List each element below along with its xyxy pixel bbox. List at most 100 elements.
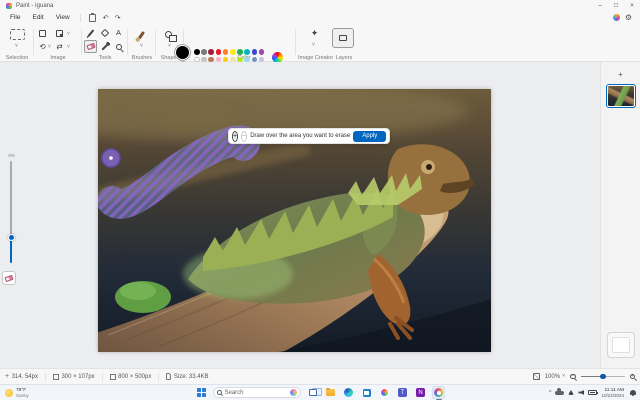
palette-color-dot[interactable] <box>201 49 207 55</box>
copilot-icon[interactable] <box>612 14 620 21</box>
battery-icon[interactable] <box>588 390 599 395</box>
add-mask-brush-button[interactable]: + <box>232 130 239 142</box>
shapes-caret[interactable]: ˅ <box>168 44 171 49</box>
image-creator-icon[interactable]: ✦ <box>308 27 321 40</box>
foreground-color-swatch[interactable] <box>176 46 189 59</box>
settings-gear-icon[interactable]: ⚙ <box>625 13 632 22</box>
paint-icon <box>434 388 443 397</box>
image-creator-caret[interactable]: ˅ <box>312 43 315 48</box>
flip-icon[interactable]: ⇄ <box>53 40 66 53</box>
maximize-button[interactable]: □ <box>608 0 624 11</box>
task-view-icon <box>308 387 322 396</box>
zoom-slider-thumb[interactable] <box>600 373 606 379</box>
teams-button[interactable]: T <box>396 386 409 399</box>
text-tool-icon[interactable]: A <box>112 26 125 39</box>
task-view-button[interactable] <box>306 386 322 399</box>
teams-icon: T <box>398 388 407 397</box>
menu-bar: File Edit View ↶ ↷ ⚙ <box>0 11 640 24</box>
resize-caret[interactable]: ˅ <box>67 32 70 37</box>
menu-edit[interactable]: Edit <box>26 12 49 23</box>
search-highlights-icon <box>290 389 297 396</box>
selection-group: ˅ Selection <box>2 24 32 62</box>
layer-thumbnail-selected[interactable] <box>605 84 636 108</box>
taskbar-search-box[interactable]: Search <box>213 387 301 398</box>
paint-window: Paint - Iguana – □ × File Edit View ↶ ↷ ⚙ … <box>0 0 640 400</box>
wifi-icon[interactable] <box>568 390 575 395</box>
edge-icon <box>344 388 353 397</box>
erase-instruction-text: Draw over the area you want to erase <box>250 133 351 139</box>
color-picker-tool-icon[interactable] <box>98 40 111 53</box>
selection-dropdown-caret[interactable]: ˅ <box>15 44 18 49</box>
search-label: Search <box>224 389 244 396</box>
brushes-caret[interactable]: ˅ <box>140 44 143 49</box>
tray-chevron-icon[interactable]: ^ <box>549 390 552 396</box>
palette-color-dot[interactable] <box>229 49 236 55</box>
file-explorer-button[interactable] <box>324 386 337 399</box>
zoom-level-caret: ˅ <box>562 373 565 379</box>
photos-button[interactable] <box>378 386 391 399</box>
menu-view[interactable]: View <box>50 12 76 23</box>
taskbar-clock[interactable]: 11:11 AM 10/22/2024 <box>601 388 624 398</box>
zoom-out-icon[interactable]: − <box>570 374 576 380</box>
magnifier-tool-icon[interactable] <box>112 40 125 53</box>
rotate-caret[interactable]: ˅ <box>48 45 51 50</box>
zoom-level-dropdown[interactable]: 100% ˅ <box>545 374 565 380</box>
fit-to-window-icon[interactable] <box>532 373 540 380</box>
selection-size-value: 300 × 107px <box>61 373 95 380</box>
file-size-icon <box>166 373 172 380</box>
store-icon <box>362 388 371 397</box>
zoom-in-icon[interactable]: + <box>629 374 635 380</box>
background-layer-thumbnail[interactable] <box>607 332 635 358</box>
fill-tool-icon[interactable] <box>98 26 111 39</box>
palette-color-dot[interactable] <box>194 49 200 55</box>
palette-color-dot[interactable] <box>244 49 250 55</box>
clipboard-icon[interactable] <box>88 13 96 22</box>
brush-size-slider-thumb[interactable] <box>7 234 15 241</box>
edge-button[interactable] <box>342 386 355 399</box>
eraser-tool-selected[interactable] <box>84 40 97 53</box>
palette-color-dot[interactable] <box>258 49 265 55</box>
menu-file[interactable]: File <box>4 12 26 23</box>
add-layer-button[interactable]: + <box>615 68 627 80</box>
crop-icon[interactable] <box>36 27 49 40</box>
brush-size-slider[interactable] <box>2 161 20 263</box>
generative-eraser-button[interactable] <box>2 271 16 285</box>
apply-button[interactable]: Apply <box>353 130 387 142</box>
store-button[interactable] <box>360 386 373 399</box>
minimize-button[interactable]: – <box>592 0 608 11</box>
layers-button[interactable] <box>332 28 354 48</box>
close-button[interactable]: × <box>624 0 640 11</box>
notifications-bell-icon[interactable] <box>630 390 636 397</box>
rectangle-select-icon[interactable] <box>10 29 25 40</box>
subtract-mask-brush-button[interactable]: − <box>241 130 248 142</box>
selection-size-icon <box>52 373 59 380</box>
speaker-icon[interactable] <box>578 390 585 395</box>
title-bar: Paint - Iguana – □ × <box>0 0 640 11</box>
onenote-button[interactable]: N <box>414 386 427 399</box>
undo-button[interactable]: ↶ <box>100 14 112 22</box>
cursor-position-value: 314, 54px <box>11 373 38 380</box>
flip-caret[interactable]: ˅ <box>67 45 70 50</box>
onedrive-cloud-icon[interactable] <box>555 388 565 395</box>
generative-erase-bar: + − Draw over the area you want to erase… <box>228 128 390 144</box>
layer-thumbnail-image <box>607 86 634 106</box>
weather-widget[interactable]: 78°F Sunny <box>5 388 29 398</box>
palette-color-dot[interactable] <box>215 49 222 55</box>
tools-group-label: Tools <box>98 55 112 61</box>
paint-taskbar-button-active[interactable] <box>432 386 445 400</box>
pencil-tool-icon[interactable] <box>84 26 97 39</box>
menu-separator <box>79 13 81 22</box>
zoom-slider[interactable] <box>580 373 625 381</box>
canvas-workspace: + − Draw over the area you want to erase… <box>0 62 600 368</box>
brushes-icon[interactable] <box>135 28 148 41</box>
palette-color-dot[interactable] <box>251 49 258 55</box>
layers-panel: + <box>600 62 640 368</box>
palette-color-dot[interactable] <box>222 49 229 55</box>
palette-color-dot[interactable] <box>208 49 214 55</box>
image-size-value: 800 × 500px <box>118 373 152 380</box>
palette-color-dot[interactable] <box>237 49 243 55</box>
redo-button[interactable]: ↷ <box>112 14 124 22</box>
resize-icon[interactable] <box>53 27 66 40</box>
start-button[interactable] <box>195 386 208 399</box>
shapes-icon[interactable] <box>162 28 177 42</box>
